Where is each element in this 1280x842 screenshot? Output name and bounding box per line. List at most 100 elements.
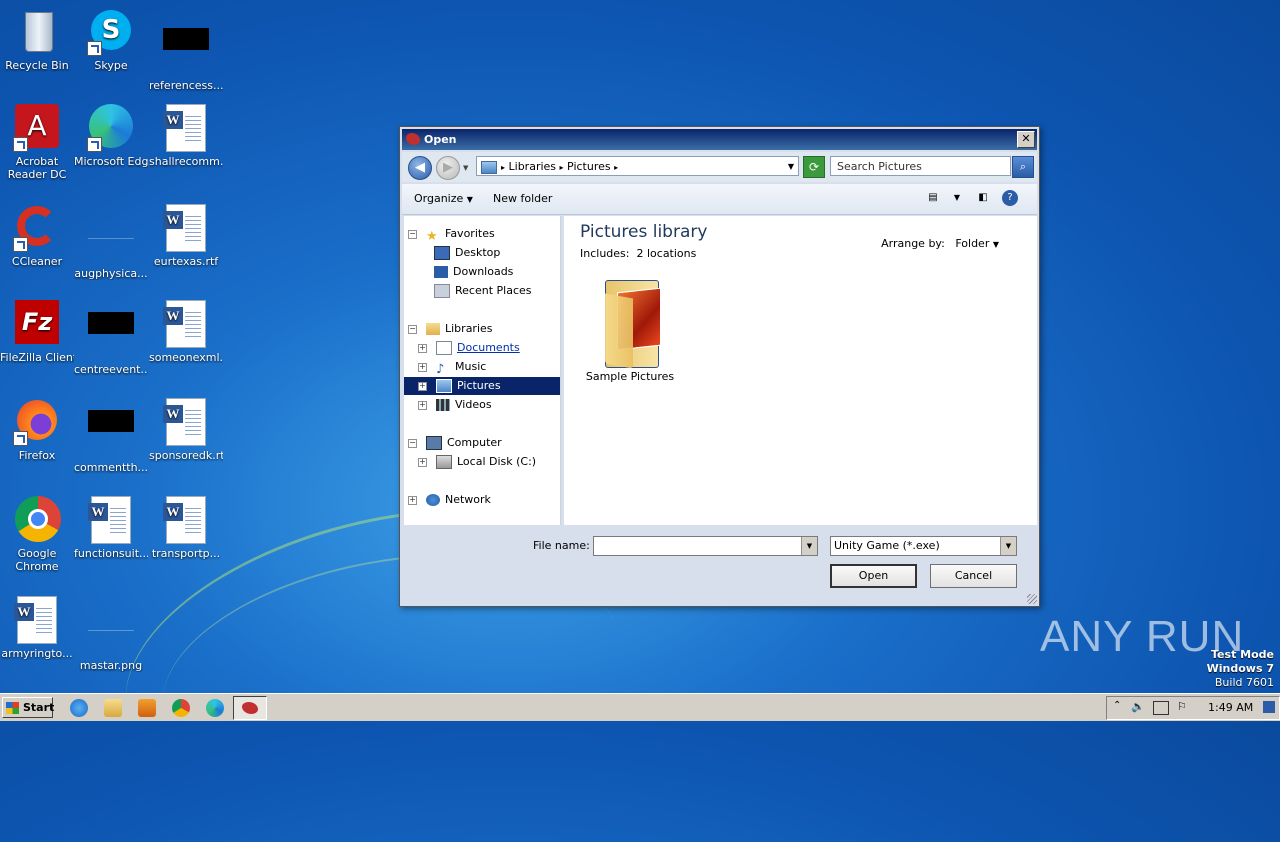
- forward-button[interactable]: ▶: [436, 156, 460, 180]
- nav-computer[interactable]: − Computer: [408, 434, 502, 452]
- desktop-icon-label: Microsoft Edge: [74, 155, 148, 168]
- desktop-icon-recycle-bin[interactable]: Recycle Bin: [0, 8, 74, 72]
- desktop-icon-transportp[interactable]: W transportp...: [149, 496, 223, 560]
- desktop-icon-commentth[interactable]: commentth...: [74, 398, 148, 474]
- clock[interactable]: 1:49 AM: [1208, 701, 1253, 714]
- file-icon: [87, 216, 135, 264]
- desktop-icon-label: CCleaner: [11, 255, 63, 268]
- breadcrumb-libraries[interactable]: Libraries: [509, 160, 557, 173]
- nav-favorites[interactable]: − ★ Favorites: [408, 225, 495, 244]
- internet-explorer-icon[interactable]: [70, 699, 88, 717]
- nav-videos[interactable]: + Videos: [418, 396, 492, 414]
- help-icon[interactable]: ?: [1002, 190, 1018, 206]
- image-file-icon: [87, 608, 135, 656]
- back-button[interactable]: ◀: [408, 156, 432, 180]
- desktop-icon-eurtexas[interactable]: W eurtexas.rtf: [149, 204, 223, 268]
- chevron-down-icon[interactable]: ▼: [948, 190, 966, 206]
- show-desktop-icon[interactable]: [1263, 701, 1275, 713]
- desktop-icon-skype[interactable]: S Skype: [74, 8, 148, 72]
- dialog-titlebar[interactable]: Open ✕: [402, 129, 1037, 150]
- recent-locations-dropdown-icon[interactable]: ▼: [463, 164, 468, 172]
- desktop-icon-acrobat[interactable]: A Acrobat Reader DC: [0, 104, 74, 181]
- resize-grip[interactable]: [1027, 594, 1037, 604]
- search-input[interactable]: Search Pictures: [830, 156, 1011, 176]
- chrome-taskbar-icon[interactable]: [172, 699, 190, 717]
- chevron-down-icon[interactable]: ▼: [1000, 537, 1016, 555]
- word-document-icon: W: [162, 496, 210, 544]
- desktop-icon-label: commentth...: [74, 461, 148, 474]
- desktop-icon-label: Recycle Bin: [5, 59, 69, 72]
- nav-network[interactable]: + Network: [408, 491, 491, 509]
- desktop-icon: [434, 246, 450, 260]
- close-button[interactable]: ✕: [1017, 131, 1035, 148]
- desktop-icon-augphysica[interactable]: augphysica...: [74, 204, 148, 280]
- filename-input[interactable]: ▼: [593, 536, 818, 556]
- nav-pictures[interactable]: + Pictures: [404, 377, 560, 395]
- firefox-icon: [13, 398, 61, 446]
- filename-label: File name:: [533, 539, 590, 552]
- desktop-icon-label: armyringto...: [1, 647, 73, 660]
- chevron-right-icon: ▸: [501, 163, 506, 172]
- folder-item[interactable]: Sample Pictures: [582, 276, 678, 383]
- desktop-icon-label: Acrobat Reader DC: [7, 155, 67, 181]
- change-view-icon[interactable]: ▤: [924, 190, 942, 206]
- nav-music[interactable]: + ♪ Music: [418, 358, 486, 377]
- open-button[interactable]: Open: [830, 564, 917, 588]
- desktop-icon-armyringto[interactable]: W armyringto...: [0, 596, 74, 660]
- nav-libraries[interactable]: − Libraries: [408, 320, 493, 338]
- new-folder-button[interactable]: New folder: [493, 192, 552, 205]
- chevron-down-icon[interactable]: ▼: [788, 157, 794, 177]
- desktop-icon-functionsuit[interactable]: W functionsuit...: [74, 496, 148, 560]
- desktop-icon-edge[interactable]: Microsoft Edge: [74, 104, 148, 168]
- desktop-icon-sponsoredk[interactable]: W sponsoredk.rtf: [149, 398, 223, 462]
- desktop-icon-label: FileZilla Client: [0, 351, 74, 364]
- media-player-icon[interactable]: [138, 699, 156, 717]
- filetype-select[interactable]: Unity Game (*.exe) ▼: [830, 536, 1017, 556]
- library-includes: Includes: 2 locations: [580, 247, 697, 260]
- volume-icon[interactable]: 🔈: [1131, 700, 1145, 713]
- show-hidden-icons-icon[interactable]: ⌃: [1113, 700, 1121, 711]
- nav-desktop[interactable]: Desktop: [434, 244, 500, 262]
- word-document-icon: W: [13, 596, 61, 644]
- desktop-icon-ccleaner[interactable]: CCleaner: [0, 204, 74, 268]
- nav-downloads[interactable]: Downloads: [434, 263, 513, 281]
- preview-pane-icon[interactable]: ◧: [974, 190, 992, 206]
- unity-app-icon: [242, 702, 258, 714]
- file-explorer-icon[interactable]: [104, 699, 122, 717]
- breadcrumb[interactable]: ▸ Libraries ▸ Pictures ▸ ▼: [476, 156, 799, 176]
- libraries-icon: [426, 323, 440, 335]
- nav-local-disk[interactable]: + Local Disk (C:): [418, 453, 536, 471]
- desktop-icon-centreevent[interactable]: centreevent...: [74, 300, 148, 376]
- network-status-icon[interactable]: [1153, 701, 1169, 715]
- chevron-down-icon[interactable]: ▼: [801, 537, 817, 555]
- desktop-icon-label: Google Chrome: [15, 547, 59, 573]
- action-center-flag-icon[interactable]: ⚐: [1177, 700, 1187, 713]
- arrange-by: Arrange by: Folder ▼: [881, 237, 999, 250]
- edge-taskbar-icon[interactable]: [206, 699, 224, 717]
- desktop-icon-label: mastar.png: [79, 659, 143, 672]
- organize-button[interactable]: Organize ▼: [414, 192, 473, 205]
- desktop-icon-chrome[interactable]: Google Chrome: [0, 496, 74, 573]
- breadcrumb-pictures[interactable]: Pictures: [567, 160, 611, 173]
- desktop-icon-mastar[interactable]: mastar.png: [74, 596, 148, 672]
- unity-app-icon: [406, 133, 420, 145]
- start-button[interactable]: Start: [2, 697, 54, 718]
- ccleaner-icon: [13, 204, 61, 252]
- cancel-button[interactable]: Cancel: [930, 564, 1017, 588]
- taskbar-unity-app[interactable]: [233, 696, 267, 720]
- refresh-button[interactable]: ⟳: [803, 156, 825, 178]
- desktop-icon-label: augphysica...: [74, 267, 148, 280]
- includes-locations-link[interactable]: 2 locations: [636, 247, 696, 260]
- desktop-icon-someonexml[interactable]: W someonexml...: [149, 300, 223, 364]
- desktop-icon-shallrecomm[interactable]: W shallrecomm...: [149, 104, 223, 168]
- desktop-icon-firefox[interactable]: Firefox: [0, 398, 74, 462]
- pictures-icon: [436, 379, 452, 393]
- skype-icon: S: [87, 8, 135, 56]
- desktop-icon-referencess[interactable]: referencess...: [149, 8, 223, 92]
- word-document-icon: W: [162, 104, 210, 152]
- nav-documents[interactable]: + Documents: [418, 339, 520, 357]
- arrange-by-dropdown[interactable]: Folder ▼: [955, 237, 999, 250]
- search-icon[interactable]: ⌕: [1012, 156, 1034, 178]
- desktop-icon-filezilla[interactable]: Fz FileZilla Client: [0, 300, 74, 364]
- nav-recent-places[interactable]: Recent Places: [434, 282, 532, 300]
